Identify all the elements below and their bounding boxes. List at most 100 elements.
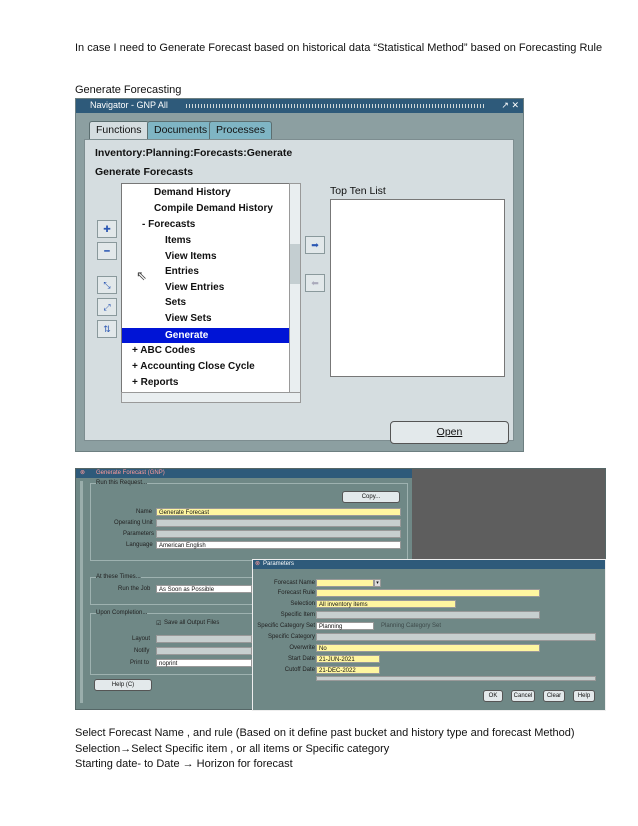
parameters-label: Parameters bbox=[123, 531, 155, 537]
tree-item[interactable]: Demand History bbox=[154, 187, 231, 198]
remove-from-top-ten-icon[interactable]: ⬅ bbox=[305, 274, 325, 292]
language-field[interactable]: American English bbox=[156, 541, 401, 549]
clear-button[interactable]: Clear bbox=[543, 690, 565, 702]
specific-item-field[interactable] bbox=[316, 611, 540, 619]
lov-icon[interactable]: ▾ bbox=[374, 579, 381, 587]
mouse-cursor-icon: ⇖ bbox=[136, 268, 147, 283]
tree-item[interactable]: + Reports bbox=[132, 377, 178, 388]
parameters-dialog: ⊗ Parameters Forecast Name ▾ Forecast Ru… bbox=[252, 559, 606, 711]
top-ten-label: Top Ten List bbox=[330, 185, 386, 197]
language-label: Language bbox=[126, 542, 153, 548]
tree-item[interactable]: + ABC Codes bbox=[132, 345, 195, 356]
note-line: Select Forecast Name , and rule (Based o… bbox=[75, 727, 575, 739]
save-output-label[interactable]: Save all Output Files bbox=[164, 620, 219, 626]
panel-subtitle: Generate Forecasts bbox=[95, 166, 194, 178]
expand-icon[interactable]: ✚ bbox=[97, 220, 117, 238]
tree-item[interactable]: - Forecasts bbox=[142, 219, 195, 230]
open-button[interactable]: Open bbox=[390, 421, 509, 444]
tree-item[interactable]: Compile Demand History bbox=[154, 203, 273, 214]
parameters-help-button[interactable]: Help bbox=[573, 690, 595, 702]
tree-item[interactable]: + Accounting Close Cycle bbox=[132, 361, 255, 372]
tree-vertical-scrollbar[interactable] bbox=[289, 183, 301, 393]
window-controls[interactable]: ↗ ✕ bbox=[501, 100, 519, 111]
tree-item[interactable]: View Items bbox=[165, 251, 217, 262]
top-ten-list[interactable] bbox=[330, 199, 505, 377]
forecast-name-field[interactable] bbox=[316, 579, 374, 587]
tree-item[interactable]: View Sets bbox=[165, 313, 212, 324]
completion-heading: Upon Completion... bbox=[96, 610, 148, 616]
forecast-rule-field[interactable] bbox=[316, 589, 540, 597]
name-label: Name bbox=[136, 509, 153, 515]
side-scrollbar[interactable] bbox=[80, 481, 83, 703]
overwrite-label: Overwrite bbox=[289, 645, 315, 651]
parameters-title-bar: ⊗ Parameters bbox=[253, 560, 605, 569]
copy-button[interactable]: Copy... bbox=[342, 491, 400, 503]
cutoff-date-field[interactable]: 21-DEC-2022 bbox=[316, 666, 380, 674]
specific-category-set-field[interactable]: Planning bbox=[316, 622, 374, 630]
parameters-scrollbar[interactable] bbox=[316, 676, 596, 681]
selection-field[interactable]: All inventory items bbox=[316, 600, 456, 608]
print-to-field[interactable]: noprint bbox=[156, 659, 252, 667]
notify-label: Notify bbox=[134, 648, 150, 654]
navigator-window: Navigator - GNP All ↗ ✕ Functions Docume… bbox=[75, 98, 524, 452]
close-icon[interactable]: ⊗ bbox=[80, 469, 85, 476]
help-button[interactable]: Help (C) bbox=[94, 679, 152, 691]
intro-text: In case I need to Generate Forecast base… bbox=[75, 42, 603, 54]
run-request-heading: Run this Request... bbox=[96, 480, 148, 486]
request-title-bar: ⊗ Generate Forecast (GNP) bbox=[76, 469, 412, 478]
parameters-title: Parameters bbox=[263, 561, 295, 567]
save-output-checkbox-icon[interactable]: ☑ bbox=[156, 620, 161, 627]
title-bar-grip bbox=[186, 104, 486, 108]
section-title: Generate Forecasting bbox=[75, 84, 182, 96]
start-date-label: Start Date bbox=[287, 656, 315, 662]
expand-branch-icon[interactable]: ⤡ bbox=[97, 276, 117, 294]
function-tree[interactable]: Demand History Compile Demand History - … bbox=[121, 183, 290, 403]
operating-unit-field[interactable] bbox=[156, 519, 401, 527]
cancel-button[interactable]: Cancel bbox=[511, 690, 535, 702]
print-to-label: Print to bbox=[130, 660, 150, 666]
schedule-heading: At these Times... bbox=[96, 574, 141, 580]
submit-request-window: ⊗ Generate Forecast (GNP) Run this Reque… bbox=[75, 468, 606, 711]
run-job-label: Run the Job bbox=[118, 586, 151, 592]
start-date-field[interactable]: 21-JUN-2021 bbox=[316, 655, 380, 663]
navigator-title: Navigator - GNP All bbox=[90, 100, 168, 110]
specific-category-set-label: Specific Category Set bbox=[257, 623, 315, 629]
add-to-top-ten-icon[interactable]: ➡ bbox=[305, 236, 325, 254]
note-line: Starting date- to Date → Horizon for for… bbox=[75, 758, 293, 770]
navigator-title-bar: Navigator - GNP All ↗ ✕ bbox=[76, 99, 523, 113]
cutoff-date-label: Cutoff Date bbox=[284, 667, 315, 673]
functions-panel: Inventory:Planning:Forecasts:Generate Ge… bbox=[84, 139, 514, 444]
parameters-close-icon[interactable]: ⊗ bbox=[255, 560, 260, 567]
function-path: Inventory:Planning:Forecasts:Generate bbox=[95, 147, 293, 159]
name-field[interactable]: Generate Forecast bbox=[156, 508, 401, 516]
collapse-all-icon[interactable]: ⇅ bbox=[97, 320, 117, 338]
overwrite-field[interactable]: No bbox=[316, 644, 540, 652]
run-job-field[interactable]: As Soon as Possible bbox=[156, 585, 252, 593]
selection-label: Selection bbox=[290, 601, 315, 607]
request-title: Generate Forecast (GNP) bbox=[96, 470, 165, 476]
tree-item[interactable]: Sets bbox=[165, 297, 186, 308]
specific-category-label: Specific Category bbox=[267, 634, 315, 640]
note-line: Selection→Select Specific item , or all … bbox=[75, 743, 390, 755]
tree-item-selected[interactable]: Generate bbox=[122, 328, 289, 343]
layout-label: Layout bbox=[132, 636, 151, 642]
tree-item[interactable]: Entries bbox=[165, 266, 199, 277]
specific-item-label: Specific Item bbox=[280, 612, 315, 618]
forecast-name-label: Forecast Name bbox=[273, 580, 315, 586]
specific-category-field[interactable] bbox=[316, 633, 596, 641]
scroll-thumb[interactable] bbox=[290, 244, 300, 284]
collapse-icon[interactable]: ━ bbox=[97, 242, 117, 260]
tab-processes[interactable]: Processes bbox=[209, 121, 273, 139]
ok-button[interactable]: OK bbox=[483, 690, 503, 702]
layout-field[interactable] bbox=[156, 635, 252, 643]
forecast-rule-label: Forecast Rule bbox=[277, 590, 315, 596]
parameters-field[interactable] bbox=[156, 530, 401, 538]
expand-all-icon[interactable]: ⤢ bbox=[97, 298, 117, 316]
operating-unit-label: Operating Unit bbox=[114, 520, 153, 526]
tab-documents[interactable]: Documents bbox=[147, 121, 215, 139]
tree-item[interactable]: View Entries bbox=[165, 282, 224, 293]
tab-functions[interactable]: Functions bbox=[89, 121, 149, 139]
notify-field[interactable] bbox=[156, 647, 252, 655]
tree-horizontal-scrollbar[interactable] bbox=[121, 392, 301, 403]
tree-item[interactable]: Items bbox=[165, 235, 191, 246]
